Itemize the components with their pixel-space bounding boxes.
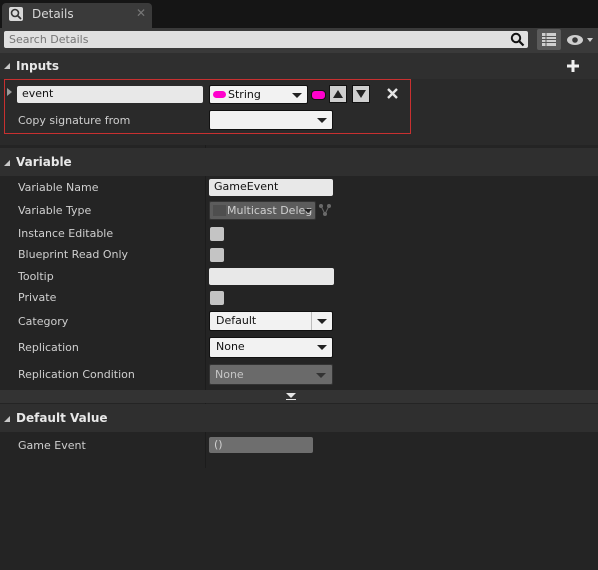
variable-type-label: Variable Type — [18, 204, 92, 217]
map-container-icon — [319, 204, 331, 216]
replication-combo[interactable]: None — [209, 337, 333, 358]
tab-details[interactable] — [2, 3, 152, 28]
chevron-down-icon — [317, 319, 327, 324]
search-icon[interactable] — [510, 32, 525, 47]
search-input[interactable] — [4, 31, 528, 48]
variable-type-combo: Multicast Deleg — [209, 201, 316, 220]
default-value-header: Default Value — [16, 411, 108, 425]
instance-editable-label: Instance Editable — [18, 227, 114, 240]
inputs-category[interactable] — [0, 53, 598, 79]
replication-value: None — [216, 340, 245, 353]
delegate-pin-icon — [213, 205, 226, 216]
list-grid-icon — [542, 33, 556, 46]
instance-editable-checkbox[interactable] — [210, 227, 224, 241]
variable-type-value: Multicast Deleg — [227, 204, 313, 217]
variable-name-label: Variable Name — [18, 181, 99, 194]
private-label: Private — [18, 291, 57, 304]
inputs-header: Inputs — [16, 59, 60, 73]
variable-header: Variable — [16, 155, 72, 169]
game-event-value-field: () — [209, 437, 313, 453]
collapse-arrow-icon[interactable] — [4, 416, 10, 422]
add-plus-icon[interactable] — [566, 59, 580, 73]
tab-title: Details — [32, 7, 74, 21]
replication-condition-label: Replication Condition — [18, 368, 135, 381]
collapse-arrow-icon[interactable] — [4, 63, 10, 69]
close-icon[interactable]: ✕ — [136, 6, 146, 20]
category-combo[interactable]: Default — [209, 311, 333, 331]
collapse-arrow-icon[interactable] — [4, 160, 10, 166]
property-matrix-button[interactable] — [537, 29, 561, 50]
chevron-down-icon — [317, 345, 327, 350]
bp-read-only-checkbox[interactable] — [210, 248, 224, 262]
expand-advanced-line — [286, 399, 296, 400]
combo-separator — [311, 312, 312, 330]
bp-read-only-label: Blueprint Read Only — [18, 248, 129, 261]
game-event-label: Game Event — [18, 439, 86, 452]
expand-advanced-icon — [286, 393, 296, 398]
chevron-down-icon — [304, 209, 312, 213]
variable-name-field[interactable]: GameEvent — [209, 179, 333, 196]
selection-highlight — [4, 79, 411, 134]
category-label: Category — [18, 315, 69, 328]
details-magnifier-icon — [9, 7, 23, 21]
variable-category[interactable] — [0, 148, 598, 176]
eye-view-options-icon[interactable] — [566, 32, 596, 48]
tooltip-field[interactable] — [209, 268, 334, 285]
replication-condition-combo: None — [209, 364, 333, 385]
chevron-down-icon — [316, 373, 326, 378]
advanced-expander[interactable] — [0, 390, 598, 403]
replication-condition-value: None — [215, 368, 244, 381]
replication-label: Replication — [18, 341, 79, 354]
tooltip-label: Tooltip — [18, 270, 54, 283]
category-value: Default — [216, 314, 257, 327]
private-checkbox[interactable] — [210, 291, 224, 305]
